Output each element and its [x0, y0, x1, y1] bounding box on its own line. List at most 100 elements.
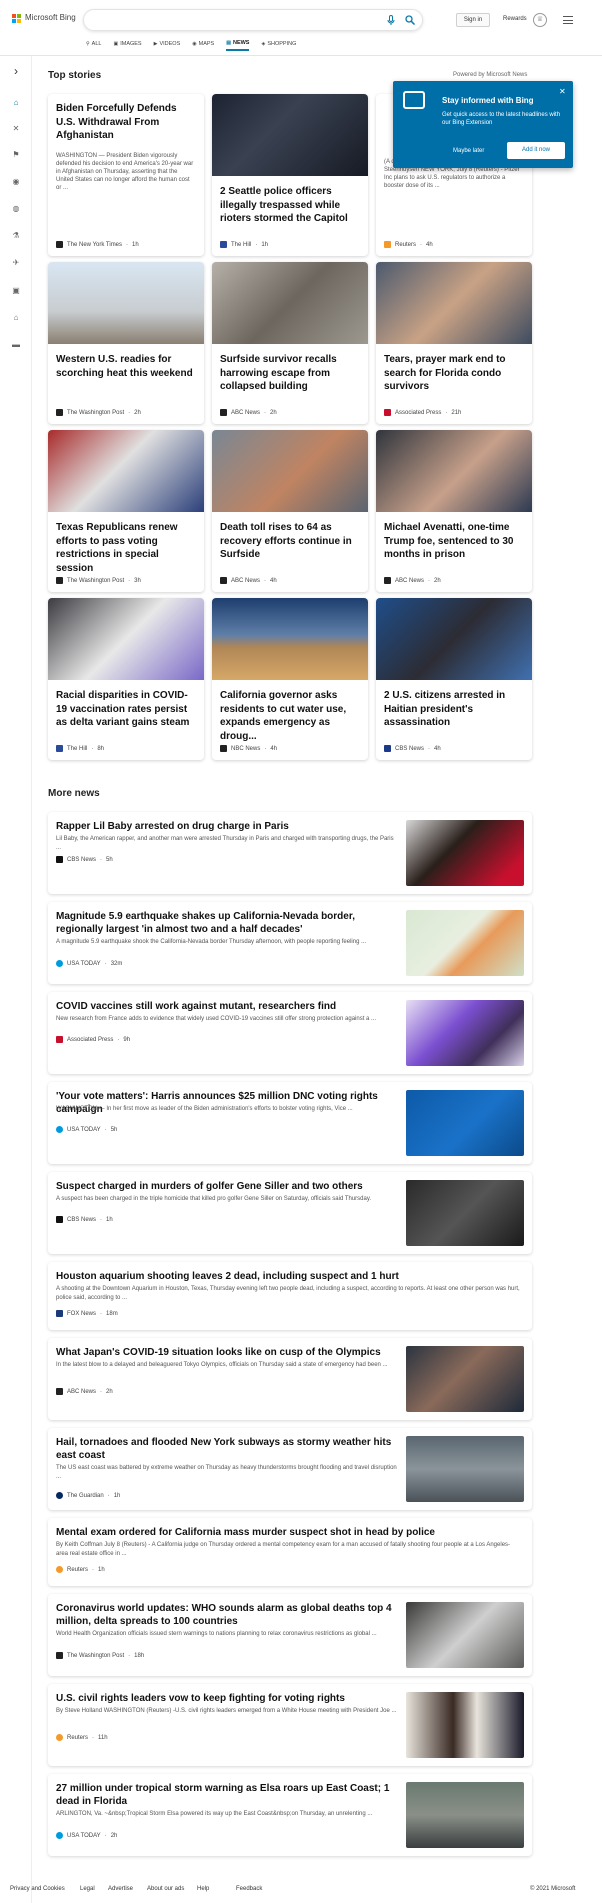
location-icon[interactable]: ◉ — [11, 177, 21, 187]
search-icon[interactable] — [405, 15, 415, 25]
story-headline[interactable]: 2 U.S. citizens arrested in Haitian pres… — [384, 689, 524, 730]
tab-images[interactable]: ▣ IMAGES — [113, 37, 141, 51]
story-card[interactable]: 2 U.S. citizens arrested in Haitian pres… — [376, 598, 532, 760]
story-card[interactable]: 2 Seattle police officers illegally tres… — [212, 94, 368, 256]
news-item[interactable]: Mental exam ordered for California mass … — [48, 1518, 532, 1586]
story-headline[interactable]: California governor asks residents to cu… — [220, 689, 360, 743]
story-headline[interactable]: Racial disparities in COVID-19 vaccinati… — [56, 689, 196, 730]
story-card[interactable]: Texas Republicans renew efforts to pass … — [48, 430, 204, 592]
story-card[interactable]: Death toll rises to 64 as recovery effor… — [212, 430, 368, 592]
footer-link[interactable]: Advertise — [108, 1886, 133, 1892]
news-item[interactable]: Hail, tornadoes and flooded New York sub… — [48, 1428, 532, 1510]
news-headline[interactable]: Rapper Lil Baby arrested on drug charge … — [56, 820, 398, 833]
business-icon[interactable]: ▬ — [11, 340, 21, 350]
news-headline[interactable]: Coronavirus world updates: WHO sounds al… — [56, 1602, 398, 1628]
story-card[interactable]: Biden Forcefully Defends U.S. Withdrawal… — [48, 94, 204, 256]
story-image[interactable] — [48, 598, 204, 680]
news-item[interactable]: 27 million under tropical storm warning … — [48, 1774, 532, 1856]
news-thumbnail[interactable] — [406, 1346, 524, 1412]
world-icon[interactable]: ◍ — [11, 204, 21, 214]
news-item[interactable]: What Japan's COVID-19 situation looks li… — [48, 1338, 532, 1420]
news-item[interactable]: U.S. civil rights leaders vow to keep fi… — [48, 1684, 532, 1766]
news-headline[interactable]: Suspect charged in murders of golfer Gen… — [56, 1180, 398, 1193]
story-image[interactable] — [376, 598, 532, 680]
news-headline[interactable]: COVID vaccines still work against mutant… — [56, 1000, 398, 1013]
story-headline[interactable]: Biden Forcefully Defends U.S. Withdrawal… — [56, 102, 196, 143]
news-thumbnail[interactable] — [406, 910, 524, 976]
story-card[interactable]: Michael Avenatti, one-time Trump foe, se… — [376, 430, 532, 592]
politics-icon[interactable]: ⌂ — [11, 313, 21, 323]
sign-in-button[interactable]: Sign in — [456, 13, 490, 27]
news-item[interactable]: COVID vaccines still work against mutant… — [48, 992, 532, 1074]
story-card[interactable]: Racial disparities in COVID-19 vaccinati… — [48, 598, 204, 760]
footer-link[interactable]: About our ads — [147, 1886, 184, 1892]
news-headline[interactable]: Mental exam ordered for California mass … — [56, 1526, 522, 1539]
footer-link[interactable]: Help — [197, 1886, 209, 1892]
trophy-icon[interactable]: ♕ — [533, 13, 547, 27]
menu-icon[interactable] — [563, 16, 573, 24]
tab-videos[interactable]: ▶ VIDEOS — [154, 37, 181, 51]
story-image[interactable] — [212, 430, 368, 512]
news-thumbnail[interactable] — [406, 1000, 524, 1066]
close-icon[interactable]: ✕ — [559, 87, 566, 96]
news-item[interactable]: Rapper Lil Baby arrested on drug charge … — [48, 812, 532, 894]
tab-all[interactable]: ⚲ ALL — [86, 37, 101, 51]
add-it-now-button[interactable]: Add it now — [507, 142, 565, 159]
news-item[interactable]: Houston aquarium shooting leaves 2 dead,… — [48, 1262, 532, 1330]
news-thumbnail[interactable] — [406, 1180, 524, 1246]
news-thumbnail[interactable] — [406, 1782, 524, 1848]
story-headline[interactable]: Texas Republicans renew efforts to pass … — [56, 521, 196, 575]
entertainment-icon[interactable]: ▣ — [11, 286, 21, 296]
news-headline[interactable]: Hail, tornadoes and flooded New York sub… — [56, 1436, 398, 1462]
home-icon[interactable]: ⌂ — [11, 98, 21, 108]
news-thumbnail[interactable] — [406, 1090, 524, 1156]
footer-link[interactable]: Legal — [80, 1886, 95, 1892]
news-item[interactable]: 'Your vote matters': Harris announces $2… — [48, 1082, 532, 1164]
tab-shopping[interactable]: ◈ SHOPPING — [261, 37, 296, 51]
story-headline[interactable]: Michael Avenatti, one-time Trump foe, se… — [384, 521, 524, 562]
story-card[interactable]: Surfside survivor recalls harrowing esca… — [212, 262, 368, 424]
expand-icon[interactable]: › — [11, 65, 21, 77]
news-item[interactable]: Magnitude 5.9 earthquake shakes up Calif… — [48, 902, 532, 984]
footer-link[interactable]: Feedback — [236, 1886, 262, 1892]
story-card[interactable]: Tears, prayer mark end to search for Flo… — [376, 262, 532, 424]
story-headline[interactable]: 2 Seattle police officers illegally tres… — [220, 185, 360, 226]
news-headline[interactable]: 27 million under tropical storm warning … — [56, 1782, 398, 1808]
story-headline[interactable]: Tears, prayer mark end to search for Flo… — [384, 353, 524, 394]
news-headline[interactable]: What Japan's COVID-19 situation looks li… — [56, 1346, 398, 1359]
news-thumbnail[interactable] — [406, 1602, 524, 1668]
science-icon[interactable]: ⚗ — [11, 231, 21, 241]
news-headline[interactable]: Magnitude 5.9 earthquake shakes up Calif… — [56, 910, 398, 936]
story-image[interactable] — [48, 262, 204, 344]
flag-icon[interactable]: ⚑ — [11, 150, 21, 160]
tab-news[interactable]: ▤ NEWS — [226, 37, 250, 51]
story-image[interactable] — [212, 262, 368, 344]
story-headline[interactable]: Western U.S. readies for scorching heat … — [56, 353, 196, 380]
story-image[interactable] — [376, 262, 532, 344]
story-headline[interactable]: Surfside survivor recalls harrowing esca… — [220, 353, 360, 394]
search-box[interactable] — [83, 9, 423, 31]
news-item[interactable]: Coronavirus world updates: WHO sounds al… — [48, 1594, 532, 1676]
story-image[interactable] — [212, 94, 368, 176]
story-image[interactable] — [376, 430, 532, 512]
story-card[interactable]: Western U.S. readies for scorching heat … — [48, 262, 204, 424]
microphone-icon[interactable] — [386, 15, 396, 25]
sports-icon[interactable]: ✕ — [11, 124, 21, 134]
news-item[interactable]: Suspect charged in murders of golfer Gen… — [48, 1172, 532, 1254]
technology-icon[interactable]: ✈ — [11, 258, 21, 268]
bing-logo-icon[interactable] — [12, 14, 21, 23]
news-thumbnail[interactable] — [406, 1436, 524, 1502]
tab-maps[interactable]: ◉ MAPS — [192, 37, 214, 51]
story-image[interactable] — [212, 598, 368, 680]
story-image[interactable] — [48, 430, 204, 512]
story-card[interactable]: California governor asks residents to cu… — [212, 598, 368, 760]
rewards-link[interactable]: Rewards — [503, 16, 527, 22]
news-headline[interactable]: U.S. civil rights leaders vow to keep fi… — [56, 1692, 398, 1705]
brand-name[interactable]: Microsoft Bing — [25, 13, 76, 22]
footer-link[interactable]: Privacy and Cookies — [10, 1886, 65, 1892]
story-headline[interactable]: Death toll rises to 64 as recovery effor… — [220, 521, 360, 562]
news-thumbnail[interactable] — [406, 820, 524, 886]
news-headline[interactable]: Houston aquarium shooting leaves 2 dead,… — [56, 1270, 522, 1283]
search-input[interactable] — [94, 10, 384, 31]
maybe-later-button[interactable]: Maybe later — [453, 148, 484, 154]
